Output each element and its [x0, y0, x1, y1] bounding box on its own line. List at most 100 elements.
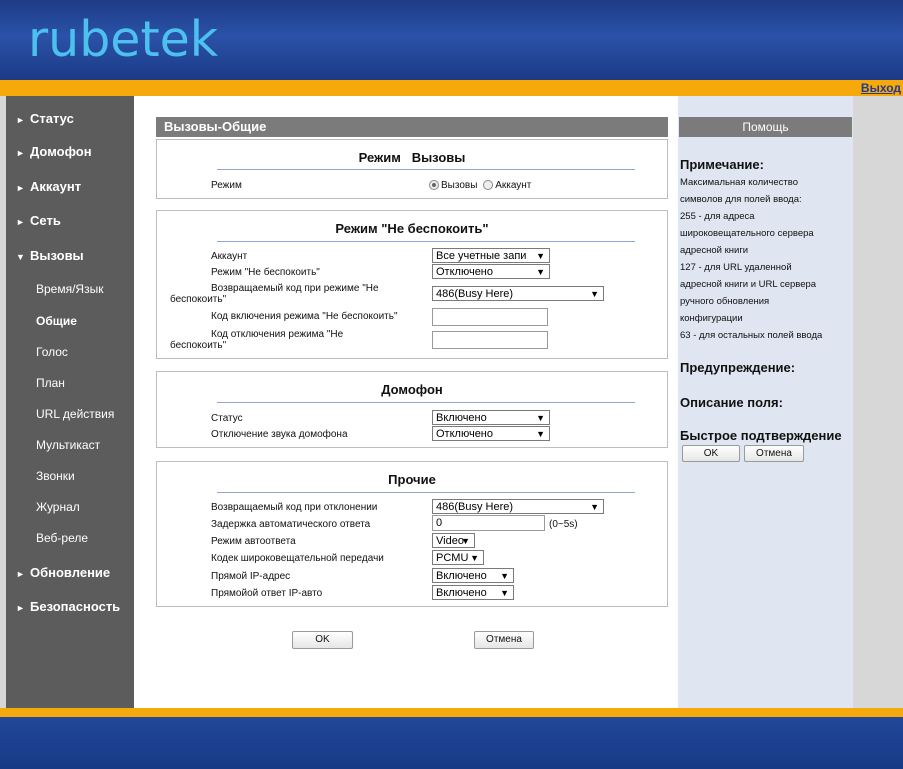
sidebar-subitem-voice[interactable]: Голос	[36, 343, 68, 361]
radio-account-label: Аккаунт	[495, 180, 532, 191]
on-code-input[interactable]	[432, 308, 548, 326]
return-code-select[interactable]: 486(Busy Here) ▼	[432, 286, 604, 301]
sidebar-subitem-journal[interactable]: Журнал	[36, 498, 80, 516]
dnd-label: Режим "Не беспокоить"	[211, 267, 320, 278]
cancel-button[interactable]: Отмена	[474, 631, 534, 649]
dropdown-caret-icon: ▼	[461, 536, 470, 546]
broadcast-codec-select[interactable]: PCMU ▼	[432, 550, 484, 565]
off-code-input[interactable]	[432, 331, 548, 349]
return-code-select-value: 486(Busy Here)	[436, 288, 514, 300]
reject-code-select[interactable]: 486(Busy Here) ▼	[432, 499, 604, 514]
broadcast-codec-label: Кодек широковещательной передачи	[211, 553, 384, 564]
help-note-line: символов для полей ввода:	[680, 194, 802, 205]
sidebar-item-label: Домофон	[30, 144, 92, 159]
sidebar-item-account[interactable]: ► Аккаунт	[6, 177, 134, 197]
direct-ip-auto-select[interactable]: Включено ▼	[432, 585, 514, 600]
reject-code-value: 486(Busy Here)	[436, 501, 514, 513]
sidebar-subitem-multicast[interactable]: Мультикаст	[36, 436, 100, 454]
sidebar-item-calls[interactable]: ▼ Вызовы	[6, 246, 134, 266]
intercom-mute-select[interactable]: Отключено ▼	[432, 426, 550, 441]
intercom-mute-value: Отключено	[436, 428, 493, 440]
sidebar-subitem-plan[interactable]: План	[36, 374, 65, 392]
sidebar-item-label: Сеть	[30, 213, 61, 228]
sidebar-item-label: Безопасность	[30, 599, 121, 614]
auto-answer-mode-value: Video	[436, 535, 464, 547]
account-label: Аккаунт	[211, 251, 248, 262]
section-divider	[217, 169, 635, 170]
chevron-right-icon: ►	[16, 603, 25, 613]
intercom-status-select[interactable]: Включено ▼	[432, 410, 550, 425]
chevron-right-icon: ►	[16, 115, 25, 125]
intercom-section: Домофон Статус Включено ▼ Отключение звук…	[156, 371, 668, 448]
sidebar-item-label: Обновление	[30, 565, 111, 580]
help-note-text: Максимальная количество символов для пол…	[680, 174, 852, 344]
sidebar-item-label: Вызовы	[30, 248, 84, 263]
help-note-line: широковещательного сервера	[680, 228, 814, 239]
chevron-right-icon: ►	[16, 569, 25, 579]
on-code-label: Код включения режима "Не беспокоить"	[211, 311, 398, 322]
help-note-line: ручного обновления	[680, 296, 770, 307]
delay-input[interactable]: 0	[432, 515, 545, 531]
sidebar-subitem-web-relay[interactable]: Веб-реле	[36, 529, 88, 547]
ok-button[interactable]: OK	[292, 631, 353, 649]
radio-account[interactable]	[483, 180, 494, 191]
help-field-heading: Описание поля:	[680, 395, 783, 410]
sidebar-item-label: Аккаунт	[30, 179, 82, 194]
sidebar-subitem-general[interactable]: Общие	[36, 312, 77, 330]
help-quick-heading: Быстрое подтверждение	[680, 428, 842, 443]
intercom-status-value: Включено	[436, 412, 487, 424]
right-gutter	[853, 96, 903, 708]
sidebar-subitem-calls-log[interactable]: Звонки	[36, 467, 75, 485]
help-note-line: 255 - для адреса	[680, 211, 755, 222]
mode-section: Режим Вызовы Режим Вызовы Аккаунт	[156, 139, 668, 199]
reject-code-label: Возвращаемый код при отклонении	[211, 502, 378, 513]
off-code-label-line2: беспокоить"	[170, 340, 227, 351]
sidebar-item-security[interactable]: ► Безопасность	[6, 597, 134, 617]
broadcast-codec-value: PCMU	[436, 552, 469, 564]
footer-banner	[0, 717, 903, 769]
help-ok-button[interactable]: OK	[682, 445, 740, 462]
dnd-section: Режим "Не беспокоить" Аккаунт Все учетны…	[156, 210, 668, 359]
logout-link[interactable]: Выход	[861, 80, 901, 96]
return-code-label-line1: Возвращаемый код при режиме "Не	[211, 283, 379, 294]
help-cancel-button[interactable]: Отмена	[744, 445, 804, 462]
chevron-right-icon: ►	[16, 183, 25, 193]
sidebar-item-network[interactable]: ► Сеть	[6, 211, 134, 231]
dropdown-caret-icon: ▼	[590, 502, 599, 512]
sidebar-item-status[interactable]: ► Статус	[6, 109, 134, 129]
help-warning-heading: Предупреждение:	[680, 360, 796, 375]
dnd-select[interactable]: Отключено ▼	[432, 264, 550, 279]
section-divider	[217, 402, 635, 403]
page-title: Вызовы-Общие	[156, 117, 668, 137]
chevron-right-icon: ►	[16, 217, 25, 227]
help-title: Помощь	[679, 117, 852, 137]
account-select-value: Все учетные запи	[436, 250, 527, 262]
sidebar-item-intercom[interactable]: ► Домофон	[6, 142, 134, 162]
dropdown-caret-icon: ▼	[470, 553, 479, 563]
intercom-status-label: Статус	[211, 413, 243, 424]
direct-ip-auto-label: Прямойой ответ IP-авто	[211, 588, 323, 599]
sidebar-item-update[interactable]: ► Обновление	[6, 563, 134, 583]
section-title: Прочие	[388, 472, 436, 487]
other-section: Прочие Возвращаемый код при отклонении 4…	[156, 461, 668, 607]
delay-label: Задержка автоматического ответа	[211, 519, 371, 530]
direct-ip-auto-value: Включено	[436, 587, 487, 599]
chevron-down-icon: ▼	[16, 252, 25, 262]
radio-calls[interactable]	[429, 180, 439, 191]
help-note-heading: Примечание:	[680, 157, 764, 172]
auto-answer-mode-select[interactable]: Video ▼	[432, 533, 475, 548]
sidebar-subitem-time-lang[interactable]: Время/Язык	[36, 280, 103, 298]
off-code-label-line1: Код отключения режима "Не	[211, 329, 344, 340]
dropdown-caret-icon: ▼	[500, 571, 509, 581]
section-title: Режим "Не беспокоить"	[335, 221, 489, 236]
help-note-line: конфигурации	[680, 313, 743, 324]
direct-ip-select[interactable]: Включено ▼	[432, 568, 514, 583]
help-note-line: 63 - для остальных полей ввода	[680, 330, 823, 341]
top-orange-bar	[0, 80, 903, 96]
account-select[interactable]: Все учетные запи ▼	[432, 248, 550, 263]
help-note-line: адресной книги	[680, 245, 749, 256]
sidebar-subitem-action-url[interactable]: URL действия	[36, 405, 114, 423]
dropdown-caret-icon: ▼	[536, 251, 545, 261]
return-code-label-line2: беспокоить"	[170, 294, 227, 305]
sidebar-item-label: Статус	[30, 111, 74, 126]
